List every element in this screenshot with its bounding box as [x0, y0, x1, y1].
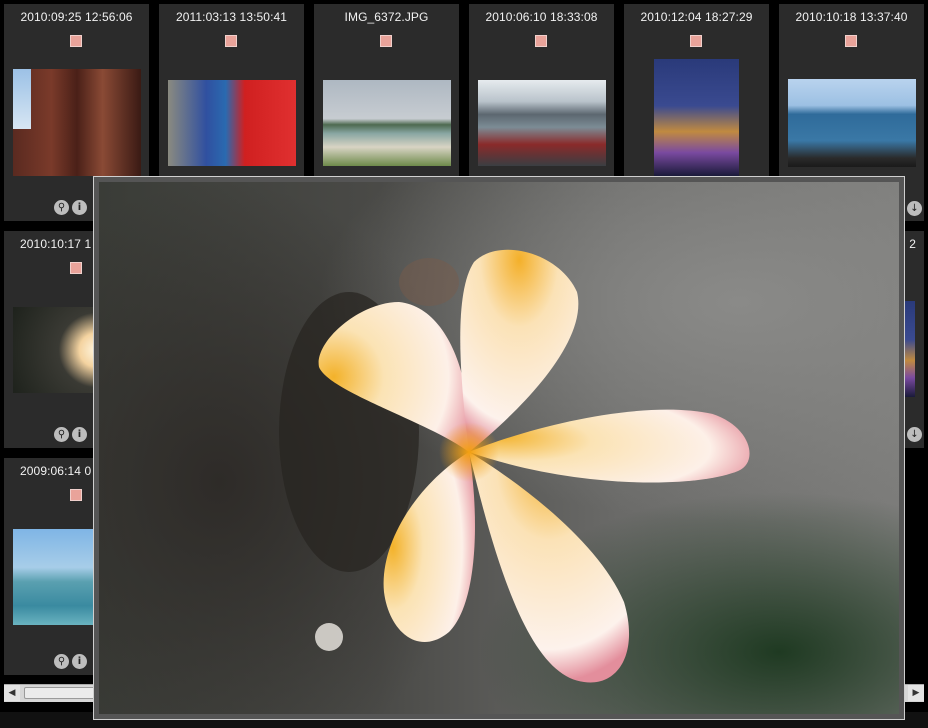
select-checkbox[interactable] — [380, 35, 392, 47]
select-checkbox[interactable] — [225, 35, 237, 47]
magnifier-icon[interactable]: ⚲ — [54, 200, 69, 215]
select-checkbox[interactable] — [535, 35, 547, 47]
scrollbar-thumb[interactable] — [24, 687, 104, 699]
plumeria-flower-image — [279, 249, 750, 683]
photo-timestamp: 2010:12:04 18:27:29 — [640, 10, 753, 24]
photo-timestamp: 2010:09:25 12:56:06 — [20, 10, 133, 24]
photo-thumbnail[interactable] — [788, 79, 916, 167]
magnifier-icon[interactable]: ⚲ — [54, 654, 69, 669]
photo-thumbnail[interactable] — [478, 80, 606, 166]
photo-timestamp: 2011:03:13 13:50:41 — [175, 10, 288, 24]
photo-thumbnail[interactable] — [168, 80, 296, 166]
select-checkbox[interactable] — [70, 35, 82, 47]
download-icon[interactable]: ↓ — [907, 201, 922, 216]
scroll-right-arrow-icon[interactable]: ▶ — [908, 685, 924, 701]
preview-photo[interactable] — [99, 182, 899, 714]
select-checkbox[interactable] — [690, 35, 702, 47]
info-icon[interactable]: i — [72, 427, 87, 442]
photo-timestamp-partial: 2 — [909, 237, 916, 251]
info-icon[interactable]: i — [72, 200, 87, 215]
magnifier-icon[interactable]: ⚲ — [54, 427, 69, 442]
photo-thumbnail[interactable] — [13, 69, 141, 176]
image-preview-overlay[interactable] — [93, 176, 905, 720]
photo-thumbnail[interactable] — [323, 80, 451, 166]
select-checkbox[interactable] — [70, 489, 82, 501]
select-checkbox[interactable] — [70, 262, 82, 274]
photo-timestamp: 2010:06:10 18:33:08 — [485, 10, 598, 24]
download-icon[interactable]: ↓ — [907, 427, 922, 442]
photo-timestamp: 2010:10:18 13:37:40 — [795, 10, 908, 24]
info-icon[interactable]: i — [72, 654, 87, 669]
select-checkbox[interactable] — [845, 35, 857, 47]
photo-thumbnail[interactable] — [654, 59, 739, 176]
photo-timestamp: IMG_6372.JPG — [344, 10, 429, 24]
scroll-left-arrow-icon[interactable]: ◀ — [4, 685, 20, 701]
